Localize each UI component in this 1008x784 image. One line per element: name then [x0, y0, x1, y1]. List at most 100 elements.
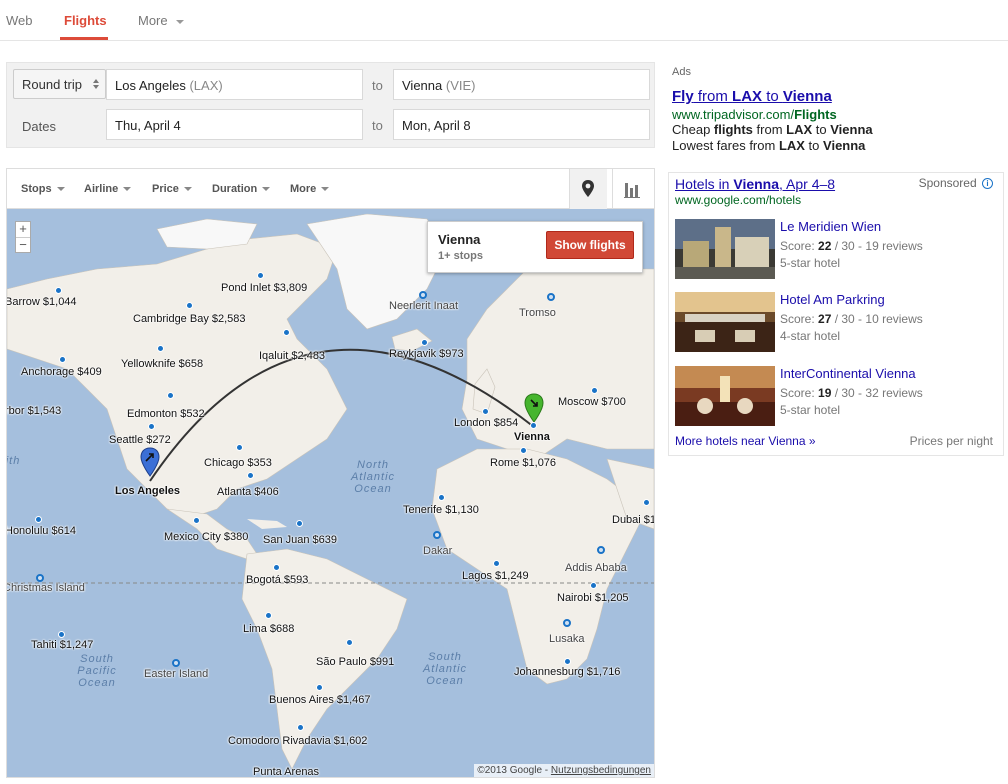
hotel-item[interactable]: Hotel Am Parkring Score: 27 / 30 - 10 re… [675, 292, 995, 352]
ads-label: Ads [672, 66, 691, 78]
city-label: Christmas Island [7, 582, 85, 594]
origin-pin-icon[interactable] [140, 447, 160, 477]
map-view-button[interactable] [569, 169, 607, 209]
city-marker[interactable] [265, 612, 272, 619]
city-marker[interactable] [55, 287, 62, 294]
score-value: 22 [818, 239, 832, 253]
hotels-title-link[interactable]: Hotels in Vienna, Apr 4–8 [675, 176, 835, 192]
zoom-in-button[interactable]: + [16, 222, 30, 237]
destination-field[interactable]: Vienna (VIE) [393, 69, 650, 100]
filter-airline[interactable]: Airline [84, 183, 132, 195]
city-marker[interactable] [236, 444, 243, 451]
city-label: Honolulu $614 [7, 525, 76, 537]
zoom-out-button[interactable]: − [16, 237, 30, 252]
hotel-item[interactable]: Le Meridien Wien Score: 22 / 30 - 19 rev… [675, 219, 995, 279]
city-marker[interactable] [296, 520, 303, 527]
city-marker[interactable] [59, 356, 66, 363]
copyright-text: ©2013 Google - [477, 765, 551, 776]
city-label: Pond Inlet $3,809 [221, 282, 308, 294]
hotel-photo[interactable] [675, 219, 775, 279]
origin-field[interactable]: Los Angeles (LAX) [106, 69, 363, 100]
hotels-title-part: Vienna [733, 176, 780, 192]
city-marker[interactable] [597, 546, 605, 554]
chevron-down-icon [321, 187, 330, 192]
hotels-title-part: Hotels in [675, 176, 734, 192]
city-label: Iqaluit $2,483 [259, 350, 326, 362]
city-marker[interactable] [273, 564, 280, 571]
city-marker[interactable] [563, 619, 571, 627]
depart-date-field[interactable]: Thu, April 4 [106, 109, 363, 140]
show-flights-button[interactable]: Show flights [546, 231, 634, 259]
city-marker[interactable] [157, 345, 164, 352]
city-marker[interactable] [297, 724, 304, 731]
city-marker[interactable] [283, 329, 290, 336]
map-panel: Stops Airline Price Duration More + − No… [6, 168, 655, 778]
sponsored-label[interactable]: Sponsored i [919, 176, 993, 190]
filter-stops[interactable]: Stops [21, 183, 65, 195]
more-hotels-link[interactable]: More hotels near Vienna » [675, 434, 816, 448]
tab-more[interactable]: More [138, 13, 184, 28]
hotel-name[interactable]: Le Meridien Wien [780, 219, 881, 234]
ad-line-1: Cheap flights from LAX to Vienna [672, 122, 1002, 138]
world-map[interactable]: + − North Atlantic Ocean South Atlantic … [7, 209, 654, 777]
filter-more-label: More [290, 183, 317, 195]
city-marker[interactable] [167, 392, 174, 399]
chart-view-button[interactable] [612, 169, 654, 209]
city-label: Reykjavik $973 [389, 348, 464, 360]
destination-marker[interactable] [530, 422, 537, 429]
city-marker[interactable] [564, 658, 571, 665]
score-prefix: Score: [780, 386, 819, 400]
city-marker[interactable] [590, 582, 597, 589]
filter-bar: Stops Airline Price Duration More [7, 169, 654, 209]
city-marker[interactable] [438, 494, 445, 501]
ad-text: Lowest fares from [672, 138, 779, 153]
city-marker[interactable] [58, 631, 65, 638]
city-label: Comodoro Rivadavia $1,602 [228, 735, 368, 747]
city-marker[interactable] [493, 560, 500, 567]
tab-flights[interactable]: Flights [64, 13, 107, 28]
city-marker[interactable] [591, 387, 598, 394]
hotels-ad-box: Hotels in Vienna, Apr 4–8 Sponsored i ww… [668, 172, 1004, 456]
city-marker[interactable] [186, 302, 193, 309]
info-icon[interactable]: i [982, 178, 993, 189]
hotel-photo[interactable] [675, 366, 775, 426]
terms-link[interactable]: Nutzungsbedingungen [551, 765, 651, 776]
filter-duration[interactable]: Duration [212, 183, 271, 195]
hotel-name[interactable]: InterContinental Vienna [780, 366, 916, 381]
filter-price[interactable]: Price [152, 183, 192, 195]
ad-url: www.tripadvisor.com/Flights [672, 107, 1002, 122]
ocean-label: North Atlantic Ocean [350, 459, 396, 495]
city-marker[interactable] [643, 499, 650, 506]
hotel-name[interactable]: Hotel Am Parkring [780, 292, 885, 307]
city-marker[interactable] [257, 272, 264, 279]
hotel-photo[interactable] [675, 292, 775, 352]
filter-more[interactable]: More [290, 183, 330, 195]
city-marker[interactable] [419, 291, 427, 299]
city-marker[interactable] [421, 339, 428, 346]
tab-more-label: More [138, 13, 168, 28]
city-marker[interactable] [247, 472, 254, 479]
city-marker[interactable] [35, 516, 42, 523]
filter-price-label: Price [152, 183, 179, 195]
trip-type-select[interactable]: Round trip [13, 69, 106, 99]
chevron-down-icon [56, 187, 65, 192]
city-marker[interactable] [193, 517, 200, 524]
city-marker[interactable] [316, 684, 323, 691]
city-marker[interactable] [172, 659, 180, 667]
ad-title-part: from [693, 88, 733, 105]
city-label: Tahiti $1,247 [31, 639, 94, 651]
city-marker[interactable] [433, 531, 441, 539]
hotel-item[interactable]: InterContinental Vienna Score: 19 / 30 -… [675, 366, 995, 426]
city-marker[interactable] [482, 408, 489, 415]
city-marker[interactable] [346, 639, 353, 646]
city-marker[interactable] [547, 293, 555, 301]
chevron-down-icon [175, 19, 184, 24]
return-date-field[interactable]: Mon, April 8 [393, 109, 650, 140]
tab-web[interactable]: Web [6, 13, 33, 28]
city-marker[interactable] [36, 574, 44, 582]
ad-title-link[interactable]: Fly from LAX to Vienna [672, 88, 1002, 105]
city-marker[interactable] [148, 423, 155, 430]
destination-pin-icon[interactable] [524, 393, 544, 423]
city-label: London $854 [454, 417, 519, 429]
city-marker[interactable] [520, 447, 527, 454]
